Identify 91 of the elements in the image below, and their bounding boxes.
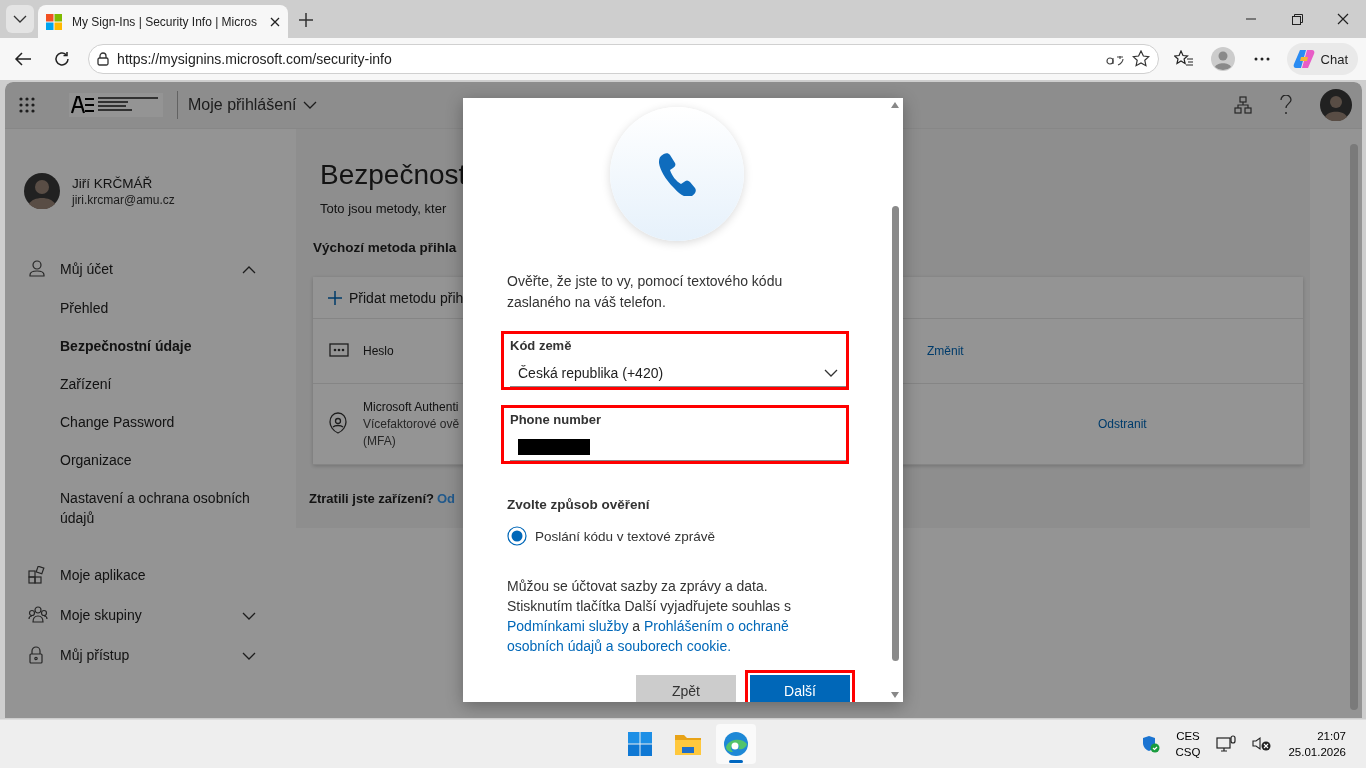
nav-subitem[interactable]: Change Password bbox=[60, 403, 280, 441]
method-detail: Vícefaktorové ově bbox=[363, 417, 461, 431]
nav-subitem[interactable]: Přehled bbox=[60, 289, 280, 327]
scroll-down-icon[interactable] bbox=[891, 692, 899, 698]
star-icon[interactable] bbox=[1132, 50, 1151, 68]
lock-icon bbox=[97, 52, 110, 66]
next-button[interactable]: Další bbox=[750, 675, 850, 702]
nav-subitem[interactable]: Organizace bbox=[60, 441, 280, 479]
radio-option[interactable]: Poslání kódu v textové zprávě bbox=[507, 526, 843, 546]
windows-icon bbox=[628, 732, 652, 756]
nav-label: Moje aplikace bbox=[60, 567, 147, 583]
nav-item[interactable]: Můj přístup bbox=[24, 635, 296, 675]
restore-icon bbox=[1291, 13, 1303, 25]
method-action-link[interactable]: Změnit bbox=[927, 344, 964, 358]
country-code-dropdown[interactable]: Česká republika (+420) bbox=[510, 359, 846, 387]
back-arrow-icon bbox=[13, 51, 32, 67]
network-icon[interactable] bbox=[1216, 735, 1237, 753]
reload-icon bbox=[53, 51, 70, 67]
nav-item[interactable]: Můj účet bbox=[24, 249, 296, 289]
org-chart-icon[interactable] bbox=[1234, 96, 1252, 114]
url-text: https://mysignins.microsoft.com/security-info bbox=[117, 51, 393, 67]
address-bar[interactable]: https://mysignins.microsoft.com/security-info bbox=[88, 44, 1160, 74]
lost-device-text: Ztratili jste zařízení? bbox=[309, 491, 434, 506]
folder-icon bbox=[675, 733, 701, 755]
user-name: Jiří KRČMÁŘ bbox=[72, 175, 154, 191]
shield-icon[interactable] bbox=[1141, 735, 1160, 753]
password-icon bbox=[329, 342, 349, 357]
apps-icon bbox=[28, 566, 46, 584]
close-icon[interactable] bbox=[270, 16, 280, 27]
tab-title: My Sign-Ins | Security Info | Micros bbox=[72, 14, 258, 29]
tab-list-button[interactable] bbox=[6, 5, 34, 33]
method-detail: (MFA) bbox=[363, 434, 397, 448]
scrollbar[interactable] bbox=[891, 206, 899, 661]
nav-subitem[interactable]: Bezpečnostní údaje bbox=[60, 327, 280, 365]
nav-label: Moje skupiny bbox=[60, 607, 143, 623]
user-email: jiri.krcmar@amu.cz bbox=[72, 192, 175, 207]
profile-icon[interactable] bbox=[1208, 44, 1238, 74]
consent-text: Můžou se účtovat sazby za zprávy a data. Stisknutím tlačítka Další vyjadřujete souhlas s Podmínkami služby a Prohlášením o ochraně osobních údajů a souborech cookie. bbox=[507, 577, 792, 656]
page-subtitle: Toto jsou metody, kter bbox=[320, 201, 448, 216]
user-avatar-icon bbox=[24, 173, 60, 209]
privacy-link[interactable]: Prohlášením o ochraně bbox=[643, 618, 789, 634]
scroll-up-icon[interactable] bbox=[891, 102, 899, 108]
chat-button[interactable]: Chat bbox=[1286, 43, 1358, 75]
tab-favicon bbox=[46, 13, 62, 30]
minimize-icon bbox=[1246, 18, 1256, 20]
lock-icon bbox=[28, 646, 44, 664]
section-heading: Výchozí metoda přihla bbox=[313, 240, 458, 255]
add-method-button[interactable]: Přidat metodu přih bbox=[321, 288, 470, 307]
phone-icon bbox=[657, 152, 697, 196]
page-title: Bezpečnost bbox=[320, 159, 467, 191]
language-indicator[interactable]: CES CSQ bbox=[1175, 728, 1201, 760]
method-name: Microsoft Authenti bbox=[363, 400, 460, 414]
app-title[interactable]: Moje přihlášení bbox=[177, 91, 323, 119]
chevron-icon bbox=[242, 652, 256, 660]
scrollbar[interactable] bbox=[1350, 144, 1358, 710]
chevron-icon bbox=[242, 612, 256, 620]
taskbar-app[interactable] bbox=[716, 724, 756, 764]
nav-subitem[interactable]: Nastavení a ochrana osobních údajů bbox=[60, 479, 280, 537]
method-name: Heslo bbox=[363, 344, 395, 358]
nav-label: Můj přístup bbox=[60, 647, 131, 663]
chevron-icon bbox=[302, 101, 317, 109]
close-icon bbox=[1337, 13, 1349, 25]
nav-label: Můj účet bbox=[60, 261, 114, 277]
copilot-icon bbox=[1292, 48, 1315, 70]
plus-icon bbox=[298, 11, 314, 28]
chevron-icon bbox=[242, 266, 256, 274]
clock[interactable]: 21:07 25.01.2026 bbox=[1288, 728, 1346, 760]
muted-speaker-icon[interactable] bbox=[1252, 736, 1273, 752]
browser-tab[interactable]: My Sign-Ins | Security Info | Micros bbox=[38, 5, 288, 38]
nav-item[interactable]: Moje aplikace bbox=[24, 555, 296, 595]
help-icon[interactable] bbox=[1280, 95, 1292, 115]
avatar-icon[interactable] bbox=[1320, 89, 1352, 121]
back-button[interactable]: Zpět bbox=[636, 675, 736, 702]
app-launcher-icon[interactable] bbox=[19, 97, 35, 113]
chevron-icon bbox=[13, 15, 27, 23]
terms-link[interactable]: Podmínkami služby bbox=[507, 618, 629, 634]
person-icon bbox=[28, 260, 46, 278]
method-heading: Zvolte způsob ověření bbox=[507, 497, 651, 512]
nav-item[interactable]: Moje skupiny bbox=[24, 595, 296, 635]
method-action-link[interactable]: Odstranit bbox=[1098, 417, 1147, 431]
plus-icon bbox=[327, 289, 343, 306]
browser-icon bbox=[723, 731, 749, 757]
lock-shield-icon bbox=[329, 411, 347, 434]
group-icon bbox=[28, 606, 48, 624]
nav-subitem[interactable]: Zařízení bbox=[60, 365, 280, 403]
intro-text: Ověřte, že jste to vy, pomocí textového kódu zaslaného na váš telefon. bbox=[507, 272, 784, 312]
field-label: Kód země bbox=[510, 338, 573, 353]
privacy-link[interactable]: osobních údajů a souborech cookie. bbox=[507, 638, 732, 654]
radio-button[interactable] bbox=[507, 526, 527, 546]
chevron-icon bbox=[824, 368, 838, 377]
field-label: Phone number bbox=[510, 412, 602, 427]
